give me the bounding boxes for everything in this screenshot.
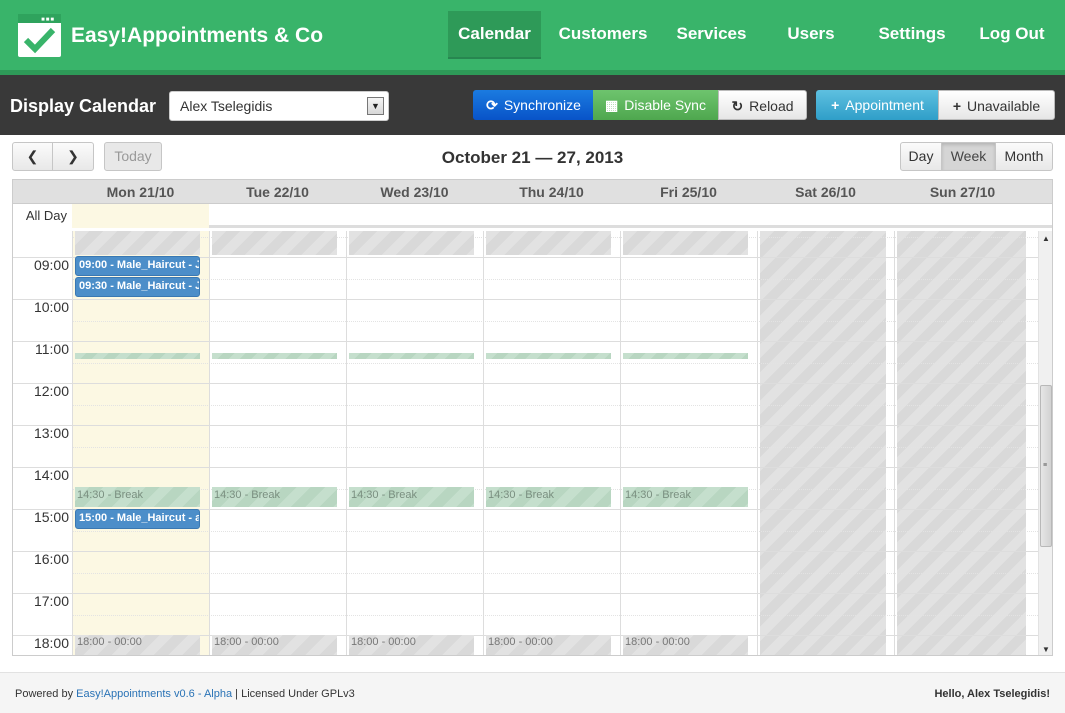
provider-select[interactable]: Alex Tselegidis ▼ [169,91,389,121]
view-month-button[interactable]: Month [995,142,1053,171]
provider-select-value: Alex Tselegidis [180,98,273,114]
break-block[interactable] [349,353,474,359]
today-button[interactable]: Today [104,142,162,171]
appointment-event[interactable]: 15:00 - Male_Haircut - a a [75,509,200,529]
time-label: 12:00 [33,383,69,399]
day-header-wed: Wed 23/10 [380,184,449,200]
unavailable-block[interactable] [486,231,611,255]
time-grid[interactable]: 09:00 10:00 11:00 12:00 13:00 14:00 15:0… [13,231,1038,655]
break-block[interactable] [212,353,337,359]
app-link[interactable]: Easy!Appointments v0.6 - Alpha [76,688,232,700]
nav-logout[interactable]: Log Out [972,11,1052,59]
time-label: 09:00 [33,257,69,273]
chevron-right-icon: ❯ [67,148,79,164]
nav-calendar[interactable]: Calendar [448,11,541,59]
appointment-event[interactable]: 09:00 - Male_Haircut - John [75,256,200,276]
calendar-icon: ▦ [605,97,619,113]
chevron-left-icon: ❮ [26,148,39,164]
synchronize-button[interactable]: ⟳ Synchronize [473,90,594,120]
hour-row [13,341,1038,383]
toolbar-title: Display Calendar [10,96,157,116]
time-label: 18:00 [33,635,69,651]
plus-icon: + [952,98,961,114]
add-unavailable-button[interactable]: + Unavailable [938,90,1055,120]
header: ■■■ Easy!Appointments & Co Calendar Cust… [0,0,1065,75]
reload-button[interactable]: ↻ Reload [718,90,807,120]
refresh-icon: ⟳ [486,97,498,113]
prev-week-button[interactable]: ❮ [12,142,53,171]
disable-sync-button[interactable]: ▦ Disable Sync [593,90,718,120]
calendar-toolbar: Display Calendar Alex Tselegidis ▼ ⟳ Sync… [0,75,1065,135]
break-block[interactable]: 14:30 - Break [623,487,748,507]
add-appointment-button[interactable]: + Appointment [816,90,939,120]
footer: Powered by Easy!Appointments v0.6 - Alph… [0,672,1065,713]
hour-row [13,593,1038,635]
appointment-event[interactable]: 09:30 - Male_Haircut - John [75,277,200,297]
footer-credits: Powered by Easy!Appointments v0.6 - Alph… [15,688,355,700]
nav-services[interactable]: Services [669,11,754,59]
break-block[interactable]: 14:30 - Break [75,487,200,507]
day-header-row: Mon 21/10 Tue 22/10 Wed 23/10 Thu 24/10 … [13,180,1052,204]
time-label: 14:00 [33,467,69,483]
unavailable-block[interactable]: 18:00 - 00:00 [75,635,200,655]
all-day-label: All Day [13,204,72,228]
unavailable-block[interactable]: 18:00 - 00:00 [349,635,474,655]
break-block[interactable]: 14:30 - Break [349,487,474,507]
time-label: 17:00 [33,593,69,609]
unavailable-block[interactable]: 18:00 - 00:00 [212,635,337,655]
time-label: 11:00 [35,341,69,357]
license-text: | Licensed Under GPLv3 [235,688,355,700]
grip-icon: ≡ [1043,462,1048,469]
day-header-sat: Sat 26/10 [795,184,856,200]
view-day-button[interactable]: Day [900,142,942,171]
scroll-up-arrow-icon[interactable]: ▲ [1042,234,1050,243]
all-day-row[interactable]: All Day [13,204,1052,228]
chevron-down-icon[interactable]: ▼ [367,97,384,115]
next-week-button[interactable]: ❯ [52,142,94,171]
reload-icon: ↻ [731,98,744,114]
nav-settings[interactable]: Settings [871,11,953,59]
day-header-thu: Thu 24/10 [519,184,584,200]
week-calendar: Mon 21/10 Tue 22/10 Wed 23/10 Thu 24/10 … [12,179,1053,656]
user-greeting: Hello, Alex Tselegidis! [934,688,1050,700]
unavailable-block[interactable]: 18:00 - 00:00 [486,635,611,655]
break-block[interactable]: 14:30 - Break [486,487,611,507]
hour-row [13,551,1038,593]
break-block[interactable]: 14:30 - Break [212,487,337,507]
break-block[interactable] [623,353,748,359]
unavailable-block[interactable]: 18:00 - 00:00 [623,635,748,655]
unavailable-block[interactable] [212,231,337,255]
hour-row [13,299,1038,341]
scroll-down-arrow-icon[interactable]: ▼ [1042,645,1050,654]
hour-row [13,383,1038,425]
unavailable-block[interactable] [75,231,200,255]
nav-customers[interactable]: Customers [553,11,653,59]
time-label: 10:00 [33,299,69,315]
time-label: 16:00 [33,551,69,567]
break-block[interactable] [486,353,611,359]
unavailable-block[interactable] [623,231,748,255]
break-block[interactable] [75,353,200,359]
company-name: Easy!Appointments & Co [71,24,324,47]
calendar-check-logo-icon: ■■■ [18,14,61,57]
plus-icon: + [831,97,840,113]
powered-by-text: Powered by [15,688,74,700]
day-header-mon: Mon 21/10 [106,184,175,200]
view-week-button[interactable]: Week [941,142,996,171]
day-header-fri: Fri 25/10 [660,184,717,200]
time-label: 15:00 [33,509,69,525]
hour-row [13,425,1038,467]
scroll-thumb[interactable]: ≡ [1040,385,1052,547]
day-header-sun: Sun 27/10 [929,184,996,200]
calendar-scrollbar[interactable]: ▲ ≡ ▼ [1038,231,1052,655]
day-header-tue: Tue 22/10 [246,184,309,200]
time-label: 13:00 [33,425,69,441]
unavailable-block[interactable] [349,231,474,255]
nav-users[interactable]: Users [776,11,846,59]
